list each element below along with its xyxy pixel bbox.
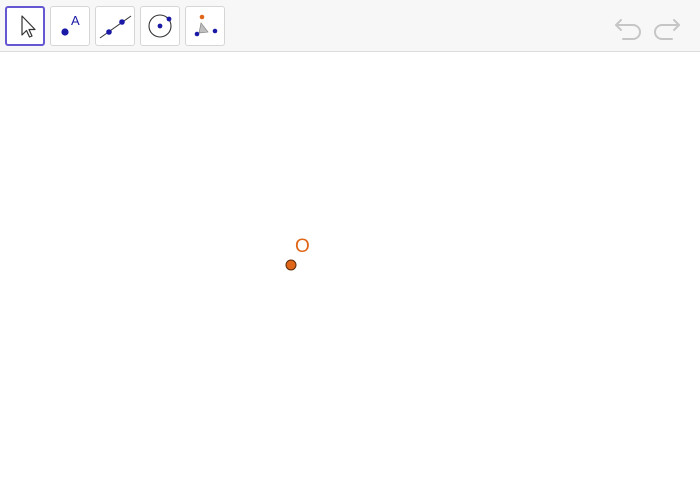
- point-tool-label: A: [71, 13, 80, 28]
- line-tool-button[interactable]: [95, 6, 135, 46]
- redo-button[interactable]: [650, 12, 682, 42]
- move-tool-button[interactable]: [5, 6, 45, 46]
- point-o[interactable]: [285, 259, 297, 271]
- circle-tool-button[interactable]: [140, 6, 180, 46]
- arrow-cursor-icon: [21, 15, 36, 38]
- graphics-view[interactable]: [0, 52, 700, 500]
- angle-icon: [194, 14, 218, 37]
- undo-icon: [615, 19, 641, 40]
- point-label-o: O: [295, 236, 310, 257]
- angle-tool-button[interactable]: [185, 6, 225, 46]
- undo-button[interactable]: [613, 12, 645, 42]
- point-tool-button[interactable]: A: [50, 6, 90, 46]
- circle-with-center-icon: [148, 14, 172, 38]
- toolbar: A: [0, 0, 700, 52]
- redo-icon: [654, 19, 680, 40]
- line-through-two-points-icon: [99, 15, 132, 39]
- point-icon: A: [61, 13, 80, 36]
